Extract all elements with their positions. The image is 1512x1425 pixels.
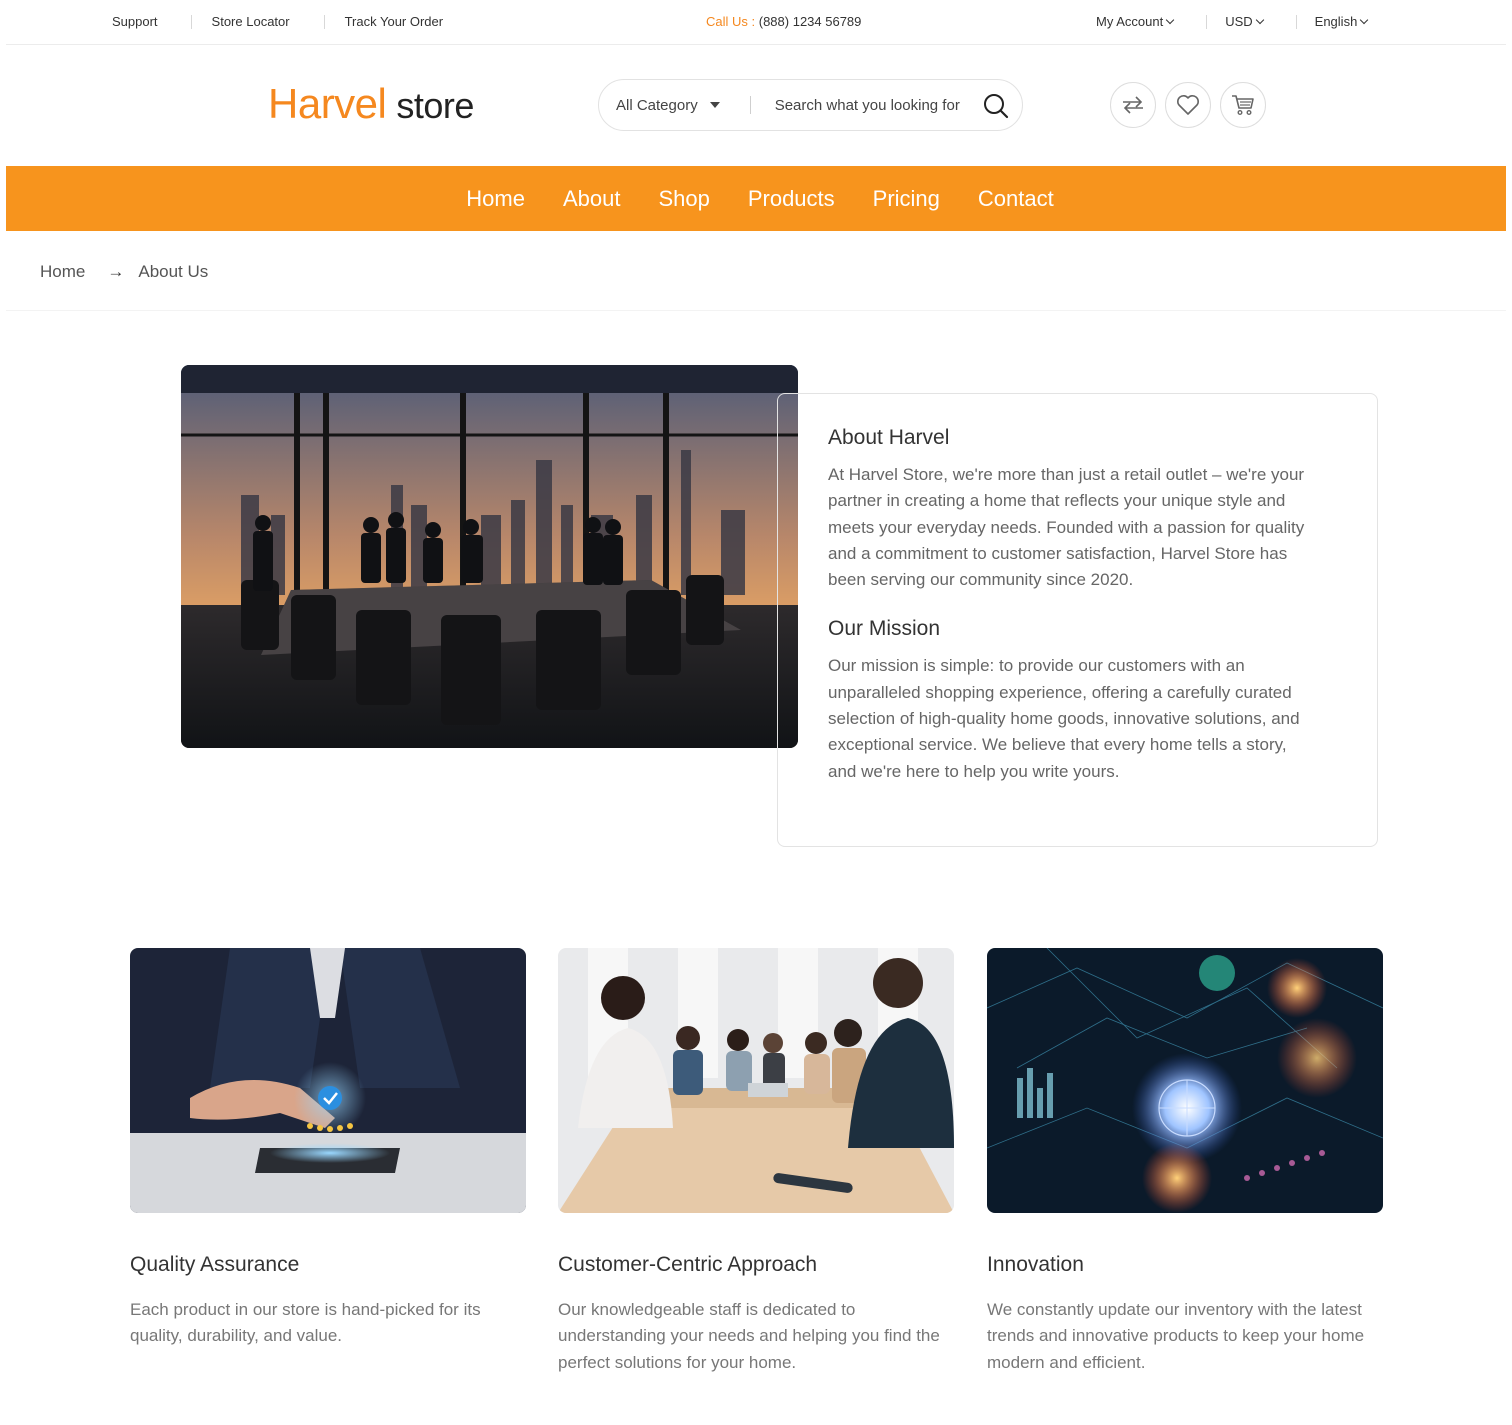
nav-shop[interactable]: Shop: [658, 186, 709, 212]
call-us: Call Us : (888) 1234 56789: [706, 14, 861, 29]
about-card: About Harvel At Harvel Store, we're more…: [777, 393, 1378, 847]
nav-pricing[interactable]: Pricing: [873, 186, 940, 212]
nav-contact[interactable]: Contact: [978, 186, 1054, 212]
track-order-link[interactable]: Track Your Order: [345, 14, 444, 29]
about-image: [181, 365, 798, 748]
divider: [190, 14, 192, 29]
about-text: At Harvel Store, we're more than just a …: [828, 465, 1305, 590]
feature-title: Quality Assurance: [130, 1253, 300, 1276]
feature-title: Innovation: [987, 1253, 1084, 1276]
divider: [749, 96, 751, 114]
currency-dropdown[interactable]: USD: [1225, 14, 1264, 29]
support-link[interactable]: Support: [112, 14, 158, 29]
mission-text: Our mission is simple: to provide our cu…: [828, 656, 1300, 781]
feature-customer: Customer-Centric Approach Our knowledgea…: [558, 948, 954, 1376]
feature-quality: Quality Assurance Each product in our st…: [130, 948, 526, 1350]
feature-title: Customer-Centric Approach: [558, 1253, 818, 1276]
site-logo[interactable]: Harvel store: [268, 78, 474, 132]
call-number[interactable]: (888) 1234 56789: [759, 14, 862, 29]
breadcrumb-current: About Us: [138, 262, 209, 281]
feature-image-customer: [558, 948, 954, 1213]
about-title: About Harvel: [828, 426, 950, 449]
top-links: Support Store Locator Track Your Order: [112, 14, 443, 29]
caret-down-icon: [709, 102, 720, 108]
top-bar: Support Store Locator Track Your Order C…: [6, 0, 1506, 45]
category-label: All Category: [616, 96, 698, 114]
breadcrumb: Home → About Us: [40, 262, 208, 282]
language-label: English: [1314, 14, 1358, 29]
currency-label: USD: [1225, 14, 1253, 29]
logo-part-1: Harvel: [268, 80, 387, 127]
divider: [6, 310, 1506, 311]
main-nav: Home About Shop Products Pricing Contact: [6, 166, 1506, 231]
nav-products[interactable]: Products: [748, 186, 835, 212]
heart-icon: [1177, 95, 1199, 115]
my-account-dropdown[interactable]: My Account: [1096, 14, 1175, 29]
feature-image-quality: [130, 948, 526, 1213]
chevron-down-icon: [1255, 15, 1264, 24]
breadcrumb-home[interactable]: Home: [40, 262, 85, 282]
search-input[interactable]: [774, 96, 960, 114]
nav-about[interactable]: About: [563, 186, 621, 212]
search-bar: All Category: [598, 79, 1023, 131]
my-account-label: My Account: [1096, 14, 1164, 29]
arrow-right-icon: →: [107, 262, 125, 281]
wishlist-button[interactable]: [1165, 82, 1211, 128]
search-icon[interactable]: [982, 92, 1010, 120]
chevron-down-icon: [1165, 15, 1175, 24]
feature-text: We constantly update our inventory with …: [987, 1300, 1365, 1372]
divider: [1206, 14, 1208, 29]
mission-title: Our Mission: [828, 617, 941, 641]
logo-part-2: store: [396, 85, 474, 126]
compare-icon: [1123, 96, 1143, 114]
divider: [323, 14, 325, 29]
nav-home[interactable]: Home: [466, 186, 525, 212]
cart-icon: [1232, 95, 1254, 116]
language-dropdown[interactable]: English: [1314, 14, 1369, 29]
compare-button[interactable]: [1110, 82, 1156, 128]
divider: [1295, 14, 1297, 29]
cart-button[interactable]: [1220, 82, 1266, 128]
feature-image-innovation: [987, 948, 1383, 1213]
feature-text: Each product in our store is hand-picked…: [130, 1300, 481, 1346]
feature-innovation: Innovation We constantly update our inve…: [987, 948, 1383, 1376]
top-right-menus: My Account USD English: [1096, 14, 1369, 29]
category-select[interactable]: All Category: [616, 97, 720, 114]
chevron-down-icon: [1360, 15, 1369, 24]
store-locator-link[interactable]: Store Locator: [212, 14, 290, 29]
call-label: Call Us :: [706, 14, 756, 29]
feature-text: Our knowledgeable staff is dedicated to …: [558, 1300, 940, 1372]
